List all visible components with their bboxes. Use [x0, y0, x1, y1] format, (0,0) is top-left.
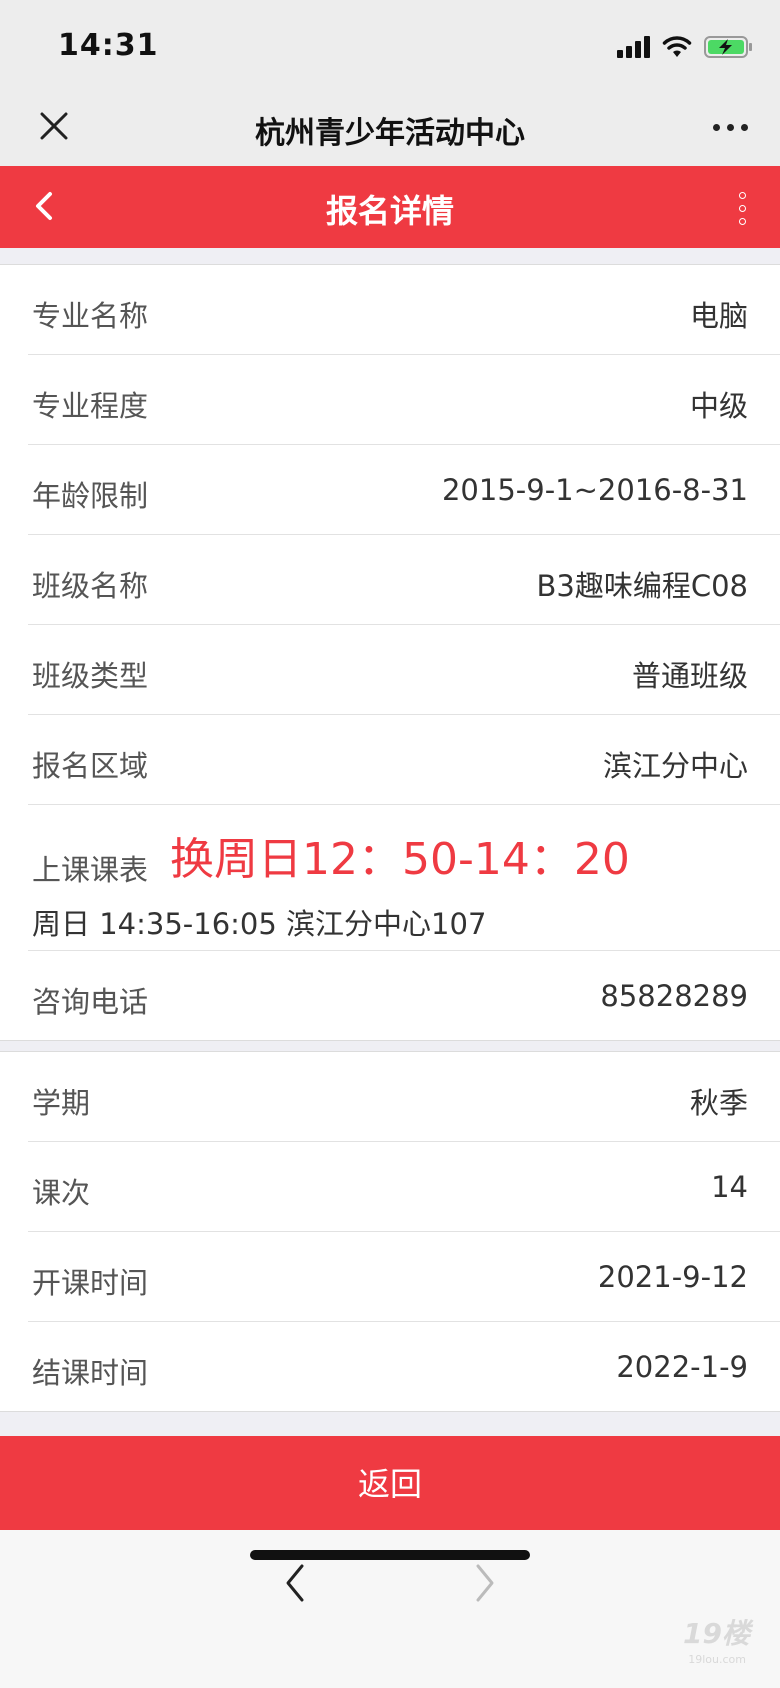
detail-row-age-limit: 年龄限制 2015-9-1~2016-8-31	[28, 445, 780, 535]
detail-row-major: 专业名称 电脑	[28, 265, 780, 355]
detail-value: 滨江分中心	[602, 749, 748, 783]
detail-label: 课次	[32, 1176, 91, 1210]
detail-value: 2022-1-9	[616, 1350, 748, 1384]
home-indicator	[250, 1550, 530, 1560]
course-details-group: 专业名称 电脑 专业程度 中级 年龄限制 2015-9-1~2016-8-31 …	[0, 264, 780, 1041]
detail-value: 2021-9-12	[597, 1260, 748, 1294]
detail-label: 报名区域	[32, 749, 149, 783]
status-bar: 14:31	[0, 0, 780, 96]
detail-label: 结课时间	[32, 1356, 149, 1390]
schedule-detail: 周日 14:35-16:05 滨江分中心107	[32, 907, 487, 941]
detail-value: 普通班级	[631, 659, 748, 693]
vertical-more-icon[interactable]	[739, 192, 746, 225]
detail-label: 开课时间	[32, 1266, 149, 1300]
detail-value: B3趣味编程C08	[536, 569, 749, 603]
more-icon[interactable]	[713, 124, 748, 131]
detail-label: 学期	[32, 1086, 91, 1120]
detail-value: 14	[711, 1170, 748, 1204]
page-header: 报名详情	[0, 166, 780, 248]
detail-label: 专业程度	[32, 389, 149, 423]
browser-forward-icon[interactable]	[470, 1560, 500, 1606]
detail-row-term: 学期 秋季	[28, 1052, 780, 1142]
watermark-logo: 19楼	[683, 1617, 750, 1650]
return-button[interactable]: 返回	[0, 1436, 780, 1530]
detail-label: 年龄限制	[32, 479, 149, 513]
detail-row-end-date: 结课时间 2022-1-9	[28, 1322, 780, 1411]
detail-row-class-type: 班级类型 普通班级	[28, 625, 780, 715]
schedule-label: 上课课表	[32, 853, 149, 887]
wifi-icon	[662, 36, 692, 57]
detail-label: 班级名称	[32, 569, 149, 603]
detail-value: 秋季	[689, 1086, 748, 1120]
detail-row-start-date: 开课时间 2021-9-12	[28, 1232, 780, 1322]
phone-value[interactable]: 85828289	[600, 979, 748, 1013]
watermark-url: 19lou.com	[688, 1653, 746, 1666]
detail-row-level: 专业程度 中级	[28, 355, 780, 445]
detail-row-sessions: 课次 14	[28, 1142, 780, 1232]
battery-charging-icon	[704, 36, 752, 58]
detail-value: 电脑	[689, 299, 748, 333]
phone-label: 咨询电话	[32, 985, 149, 1019]
detail-row-region: 报名区域 滨江分中心	[28, 715, 780, 805]
detail-value: 中级	[689, 389, 748, 423]
detail-label: 专业名称	[32, 299, 149, 333]
detail-label: 班级类型	[32, 659, 149, 693]
term-details-group: 学期 秋季 课次 14 开课时间 2021-9-12 结课时间 2022-1-9	[0, 1051, 780, 1412]
detail-row-schedule: 上课课表 换周日12：50-14：20 周日 14:35-16:05 滨江分中心…	[28, 805, 780, 951]
browser-nav-bar: 杭州青少年活动中心	[0, 96, 780, 166]
detail-row-class-name: 班级名称 B3趣味编程C08	[28, 535, 780, 625]
status-icons	[617, 34, 754, 60]
page-title: 报名详情	[325, 192, 454, 230]
browser-back-icon[interactable]	[280, 1560, 310, 1606]
signal-icon	[617, 36, 650, 58]
detail-value: 2015-9-1~2016-8-31	[441, 473, 748, 507]
status-time: 14:31	[58, 28, 159, 63]
detail-row-phone: 咨询电话 85828289	[28, 951, 780, 1040]
window-title: 杭州青少年活动中心	[255, 116, 525, 151]
schedule-change-note: 换周日12：50-14：20	[170, 834, 630, 885]
